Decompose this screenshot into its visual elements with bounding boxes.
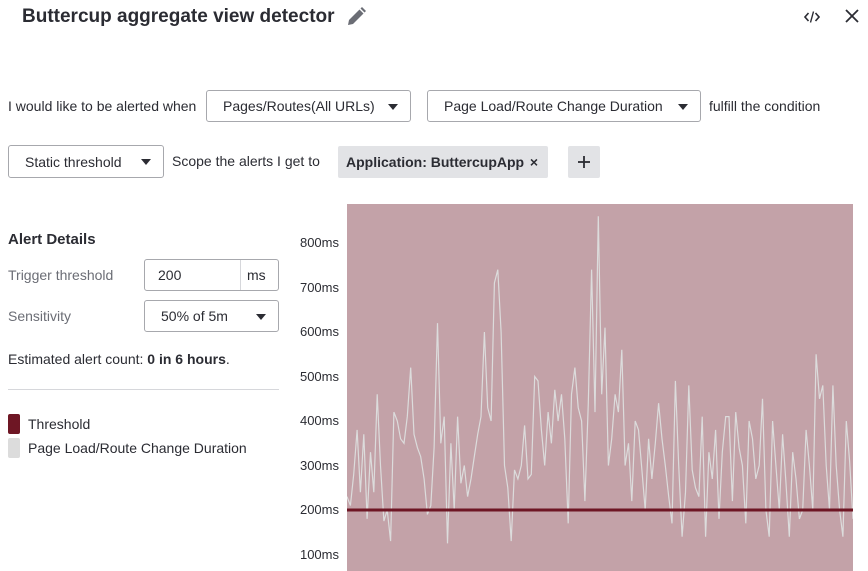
condition-prefix-text: I would like to be alerted when	[8, 98, 197, 114]
trigger-threshold-label: Trigger threshold	[8, 267, 114, 283]
trigger-threshold-input[interactable]	[145, 267, 233, 283]
legend-item-threshold: Threshold	[8, 414, 90, 434]
sensitivity-value: 50% of 5m	[161, 308, 228, 324]
sensitivity-label: Sensitivity	[8, 308, 72, 324]
estimated-alert-count: Estimated alert count: 0 in 6 hours.	[8, 351, 230, 367]
threshold-type-dropdown[interactable]: Static threshold	[8, 145, 164, 178]
y-tick-label: 300ms	[299, 457, 339, 473]
trigger-threshold-unit: ms	[247, 267, 266, 283]
scope-label: Scope the alerts I get to	[172, 153, 320, 169]
metric-dropdown-value: Page Load/Route Change Duration	[444, 98, 663, 114]
chevron-down-icon	[141, 159, 151, 165]
plus-icon	[578, 156, 590, 168]
pencil-icon[interactable]	[345, 6, 367, 28]
scope-chip: Application: ButtercupApp ×	[338, 146, 548, 178]
chip-remove-icon[interactable]: ×	[530, 154, 538, 170]
title-text: Buttercup aggregate view detector	[22, 6, 335, 27]
y-tick-label: 600ms	[299, 324, 339, 339]
legend-metric-label: Page Load/Route Change Duration	[28, 440, 247, 456]
estimate-prefix: Estimated alert count:	[8, 351, 148, 367]
y-tick-label: 700ms	[299, 279, 339, 295]
metric-swatch	[8, 438, 20, 458]
sensitivity-dropdown[interactable]: 50% of 5m	[144, 300, 279, 332]
chevron-down-icon	[256, 314, 266, 320]
alert-details-heading: Alert Details	[8, 231, 96, 248]
trigger-threshold-field[interactable]: ms	[144, 259, 279, 291]
chevron-down-icon	[388, 104, 398, 110]
chart-background	[347, 204, 853, 571]
code-icon[interactable]	[802, 8, 822, 26]
close-icon[interactable]	[842, 6, 862, 26]
y-tick-label: 100ms	[299, 546, 339, 562]
metric-dropdown[interactable]: Page Load/Route Change Duration	[427, 90, 701, 122]
legend-threshold-label: Threshold	[28, 416, 91, 432]
threshold-type-value: Static threshold	[25, 153, 122, 170]
estimate-value: 0 in 6 hours	[147, 351, 226, 367]
y-tick-label: 500ms	[299, 368, 339, 384]
y-tick-label: 400ms	[299, 413, 339, 428]
divider	[8, 389, 279, 390]
y-tick-label: 800ms	[299, 235, 339, 250]
y-tick-label: 200ms	[299, 502, 339, 517]
chevron-down-icon	[678, 104, 688, 110]
threshold-swatch	[8, 414, 20, 434]
legend-item-metric: Page Load/Route Change Duration	[8, 438, 247, 458]
add-scope-button[interactable]	[568, 146, 600, 178]
scope-chip-label: Application: ButtercupApp	[346, 154, 525, 170]
page-title: Buttercup aggregate view detector	[22, 6, 367, 28]
field-divider	[240, 260, 241, 290]
condition-suffix-text: fulfill the condition	[709, 98, 821, 114]
scope-dropdown[interactable]: Pages/Routes(All URLs)	[206, 90, 411, 122]
scope-dropdown-value: Pages/Routes(All URLs)	[223, 98, 375, 114]
duration-chart	[347, 204, 853, 571]
estimate-suffix: .	[225, 351, 230, 367]
